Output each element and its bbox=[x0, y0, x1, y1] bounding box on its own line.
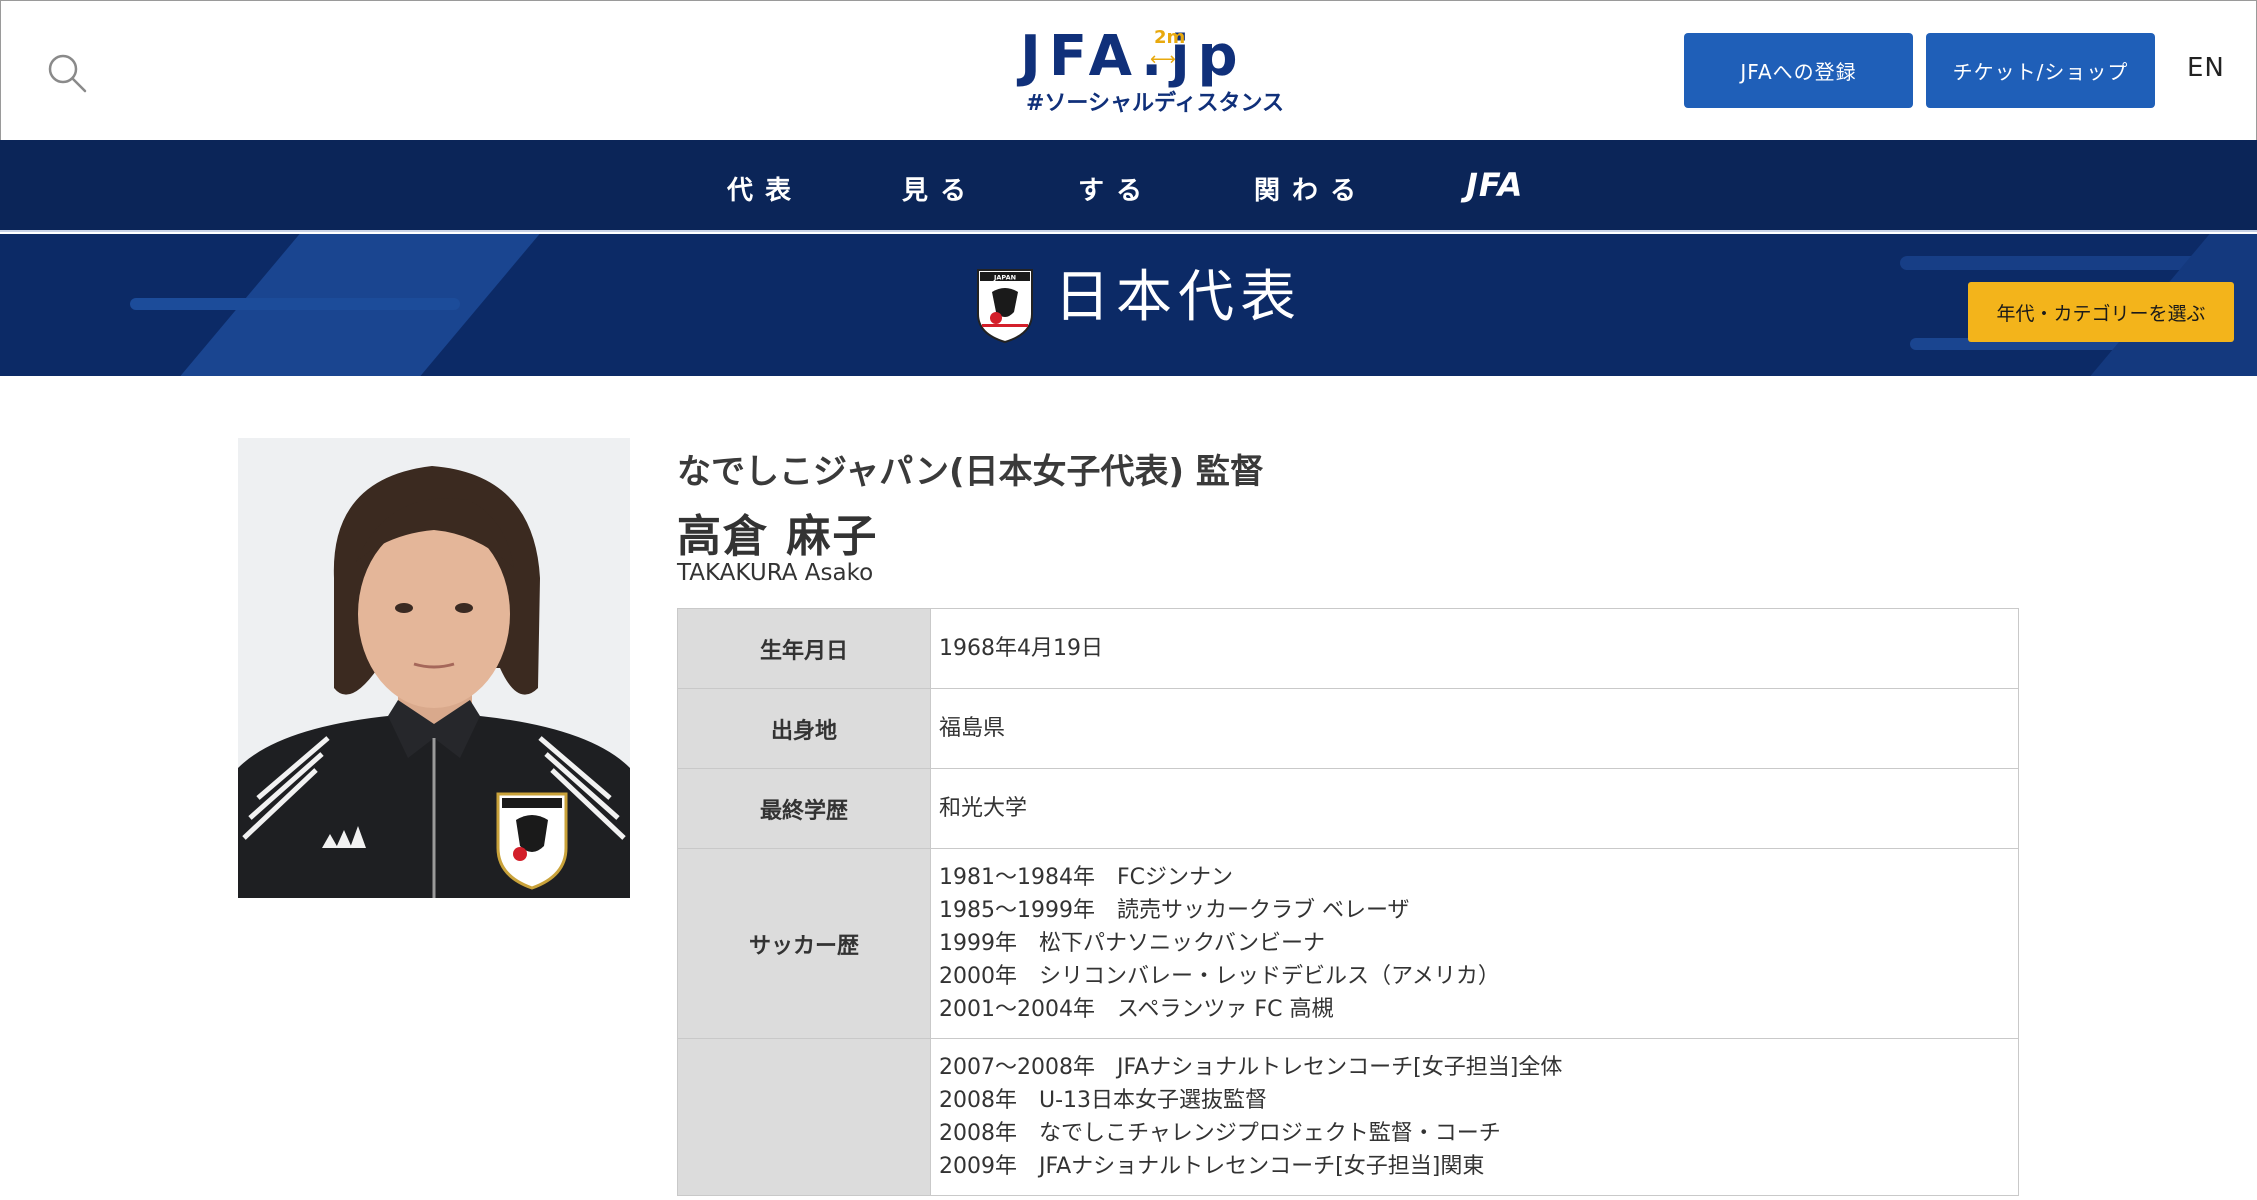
coach-name-ja: 高倉 麻子 bbox=[677, 511, 879, 562]
value-line: 1985〜1999年 読売サッカークラブ ベレーザ bbox=[939, 898, 1410, 923]
logo-subtitle: #ソーシャルディスタンス bbox=[1026, 91, 1285, 116]
value-line: 2008年 なでしこチャレンジプロジェクト監督・コーチ bbox=[939, 1121, 1501, 1146]
table-row: 出身地 福島県 bbox=[677, 688, 2019, 769]
coach-photo bbox=[238, 438, 630, 898]
jfa-crest-icon: JAPAN bbox=[974, 264, 1036, 344]
row-label-hometown: 出身地 bbox=[677, 688, 931, 769]
value-line: 和光大学 bbox=[939, 796, 1028, 821]
row-label-birthdate: 生年月日 bbox=[677, 608, 931, 689]
value-line: 福島県 bbox=[939, 716, 1006, 741]
row-value-coaching-history: 2007〜2008年 JFAナショナルトレセンコーチ[女子担当]全体 2008年… bbox=[930, 1038, 2019, 1196]
row-value-education: 和光大学 bbox=[930, 768, 2019, 849]
row-value-birthdate: 1968年4月19日 bbox=[930, 608, 2019, 689]
nav-item-suru[interactable]: する bbox=[1078, 170, 1154, 207]
value-line: 2008年 U-13日本女子選抜監督 bbox=[939, 1088, 1268, 1113]
table-row: 2007〜2008年 JFAナショナルトレセンコーチ[女子担当]全体 2008年… bbox=[677, 1038, 2019, 1196]
table-row: サッカー歴 1981〜1984年 FCジンナン 1985〜1999年 読売サッカ… bbox=[677, 848, 2019, 1039]
row-value-soccer-history: 1981〜1984年 FCジンナン 1985〜1999年 読売サッカークラブ ベ… bbox=[930, 848, 2019, 1039]
logo-text: JFA.jp bbox=[1020, 24, 1246, 89]
search-icon[interactable] bbox=[47, 53, 91, 97]
value-line: 2001〜2004年 スペランツァ FC 高槻 bbox=[939, 997, 1334, 1022]
svg-text:JAPAN: JAPAN bbox=[993, 274, 1016, 282]
coach-role: なでしこジャパン(日本女子代表) 監督 bbox=[677, 452, 1264, 492]
site-header: JFA.jp 2m ⟷ #ソーシャルディスタンス JFAへの登録 チケット/ショ… bbox=[0, 0, 2257, 140]
section-banner: JAPAN 日本代表 年代・カテゴリーを選ぶ bbox=[0, 234, 2257, 376]
value-line: 1968年4月19日 bbox=[939, 636, 1103, 661]
ticket-shop-button[interactable]: チケット/ショップ bbox=[1926, 33, 2155, 108]
value-line: 1981〜1984年 FCジンナン bbox=[939, 865, 1233, 890]
double-arrow-icon: ⟷ bbox=[1150, 49, 1176, 70]
language-toggle[interactable]: EN bbox=[2187, 53, 2225, 83]
value-line: 2000年 シリコンバレー・レッドデビルス（アメリカ） bbox=[939, 964, 1500, 989]
value-line: 2007〜2008年 JFAナショナルトレセンコーチ[女子担当]全体 bbox=[939, 1055, 1563, 1080]
nav-item-kakawaru[interactable]: 関わる bbox=[1254, 170, 1368, 207]
coach-name-en: TAKAKURA Asako bbox=[677, 560, 874, 586]
banner-stripe bbox=[130, 298, 460, 310]
table-row: 生年月日 1968年4月19日 bbox=[677, 608, 2019, 689]
category-select-button[interactable]: 年代・カテゴリーを選ぶ bbox=[1968, 282, 2234, 342]
row-label-coaching-history bbox=[677, 1038, 931, 1196]
nav-item-daihyo[interactable]: 代表 bbox=[727, 170, 803, 207]
row-label-soccer-history: サッカー歴 bbox=[677, 848, 931, 1039]
logo-2m-badge: 2m bbox=[1154, 27, 1186, 48]
register-button[interactable]: JFAへの登録 bbox=[1684, 33, 1913, 108]
nav-item-jfa[interactable]: JFA bbox=[1466, 166, 1523, 204]
table-row: 最終学歴 和光大学 bbox=[677, 768, 2019, 849]
row-value-hometown: 福島県 bbox=[930, 688, 2019, 769]
row-label-education: 最終学歴 bbox=[677, 768, 931, 849]
banner-title: 日本代表 bbox=[1054, 265, 1302, 330]
main-nav: 代表 見る する 関わる JFA bbox=[0, 140, 2257, 232]
value-line: 2009年 JFAナショナルトレセンコーチ[女子担当]関東 bbox=[939, 1154, 1485, 1179]
nav-item-miru[interactable]: 見る bbox=[902, 170, 978, 207]
value-line: 1999年 松下パナソニックバンビーナ bbox=[939, 931, 1325, 956]
jfa-logo[interactable]: JFA.jp 2m ⟷ #ソーシャルディスタンス bbox=[1016, 24, 1284, 116]
profile-table: 生年月日 1968年4月19日 出身地 福島県 最終学歴 和光大学 サッカー歴 … bbox=[677, 608, 2019, 1196]
